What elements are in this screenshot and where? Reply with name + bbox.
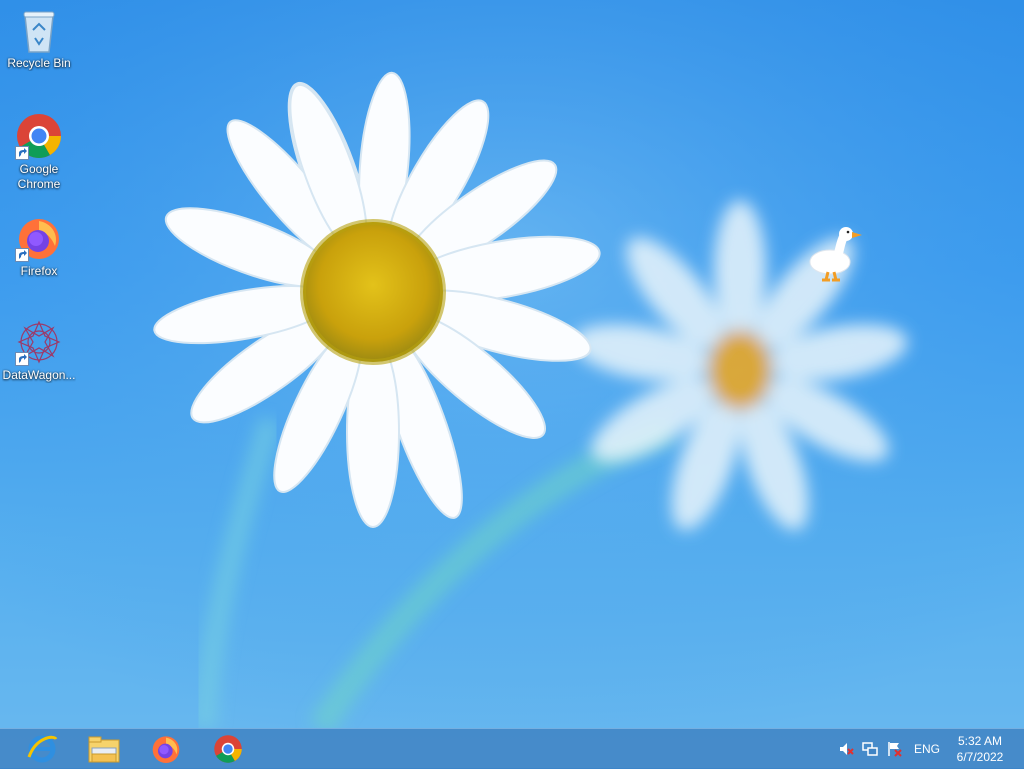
desktop-icon-google-chrome[interactable]: Google Chrome [2,112,76,192]
desktop-icon-label: Google Chrome [17,162,61,191]
desktop-icon-label: Firefox [20,264,58,278]
desktop-icon-label: Recycle Bin [7,56,71,70]
firefox-icon [15,214,63,262]
clock-time: 5:32 AM [957,734,1003,748]
volume-muted-icon[interactable] [838,741,854,757]
clock-date: 6/7/2022 [956,750,1004,764]
recycle-bin-icon [15,6,63,54]
chrome-icon [15,112,63,160]
desktop-icon-recycle-bin[interactable]: Recycle Bin [2,6,76,71]
firefox-icon [152,736,180,763]
desktop-icon-label: DataWagon... [2,368,76,382]
chrome-icon [214,735,242,763]
internet-explorer-icon [27,735,58,763]
clock[interactable]: 5:32 AM 6/7/2022 [950,733,1010,765]
file-explorer-icon [88,736,120,763]
taskbar-file-explorer-button[interactable] [76,729,132,769]
shortcut-arrow-icon [15,146,29,160]
network-icon[interactable] [862,741,878,757]
goose-icon[interactable] [806,222,868,284]
language-indicator[interactable]: ENG [914,742,940,756]
desktop-icon-firefox[interactable]: Firefox [2,214,76,279]
desktop-icon-datawagon[interactable]: DataWagon... [2,318,76,383]
taskbar-firefox-button[interactable] [138,729,194,769]
action-center-flag-icon[interactable] [886,741,902,757]
shortcut-arrow-icon [15,352,29,366]
shortcut-arrow-icon [15,248,29,262]
desktop-wallpaper [0,0,1024,728]
taskbar: ENG 5:32 AM 6/7/2022 [0,728,1024,769]
taskbar-chrome-button[interactable] [200,729,256,769]
datawagon-icon [15,318,63,366]
taskbar-internet-explorer-button[interactable] [14,729,70,769]
